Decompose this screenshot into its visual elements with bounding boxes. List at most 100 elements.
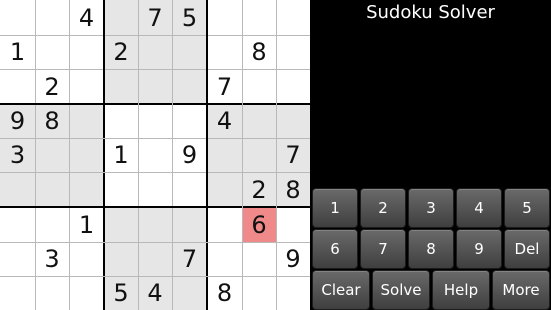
keypad-5-button[interactable]: 5 (504, 188, 550, 228)
board-cell-r3-c8[interactable] (242, 69, 276, 104)
board-cell-r9-c7[interactable]: 8 (207, 276, 242, 310)
board-cell-r8-c2[interactable]: 3 (35, 242, 69, 276)
keypad-6-button[interactable]: 6 (312, 229, 358, 269)
board-cell-r5-c6[interactable]: 9 (172, 138, 207, 172)
board-cell-r1-c4[interactable] (104, 0, 138, 35)
board-cell-r2-c6[interactable] (172, 35, 207, 69)
board-cell-r4-c9[interactable] (276, 104, 310, 138)
board-cell-r9-c6[interactable] (172, 276, 207, 310)
board-cell-r8-c7[interactable] (207, 242, 242, 276)
board-cell-r2-c7[interactable] (207, 35, 242, 69)
board-cell-r7-c4[interactable] (104, 207, 138, 242)
board-cell-r3-c2[interactable]: 2 (35, 69, 69, 104)
board-cell-r2-c1[interactable]: 1 (0, 35, 35, 69)
keypad-9-button[interactable]: 9 (456, 229, 502, 269)
keypad-4-button[interactable]: 4 (456, 188, 502, 228)
board-cell-r8-c5[interactable] (138, 242, 172, 276)
board-cell-r9-c3[interactable] (69, 276, 104, 310)
board-cell-r3-c7[interactable]: 7 (207, 69, 242, 104)
board-cell-r6-c1[interactable] (0, 172, 35, 207)
board-cell-r9-c4[interactable]: 5 (104, 276, 138, 310)
board-cell-r1-c3[interactable]: 4 (69, 0, 104, 35)
board-cell-r5-c2[interactable] (35, 138, 69, 172)
board-cell-r9-c8[interactable] (242, 276, 276, 310)
board-cell-r4-c8[interactable] (242, 104, 276, 138)
board-cell-r7-c3[interactable]: 1 (69, 207, 104, 242)
grid-line-vertical (206, 0, 208, 310)
board-cell-r3-c4[interactable] (104, 69, 138, 104)
board-cell-r7-c6[interactable] (172, 207, 207, 242)
board-cell-r7-c8[interactable]: 6 (242, 207, 276, 242)
board-cell-r5-c1[interactable]: 3 (0, 138, 35, 172)
board-cell-r8-c9[interactable]: 9 (276, 242, 310, 276)
board-cell-r6-c6[interactable] (172, 172, 207, 207)
board-cell-r8-c6[interactable]: 7 (172, 242, 207, 276)
board-cell-r1-c5[interactable]: 7 (138, 0, 172, 35)
keypad-clear-button[interactable]: Clear (312, 270, 370, 310)
board-cell-r2-c4[interactable]: 2 (104, 35, 138, 69)
keypad-help-button[interactable]: Help (432, 270, 490, 310)
grid-line-horizontal (0, 276, 310, 277)
board-cell-r5-c3[interactable] (69, 138, 104, 172)
board-cell-r6-c5[interactable] (138, 172, 172, 207)
board-cell-r1-c9[interactable] (276, 0, 310, 35)
board-cell-r4-c2[interactable]: 8 (35, 104, 69, 138)
board-cell-r1-c1[interactable] (0, 0, 35, 35)
board-cell-r4-c3[interactable] (69, 104, 104, 138)
board-cell-r4-c4[interactable] (104, 104, 138, 138)
board-cell-r3-c3[interactable] (69, 69, 104, 104)
board-cell-r4-c5[interactable] (138, 104, 172, 138)
board-cell-r2-c2[interactable] (35, 35, 69, 69)
board-cell-r2-c9[interactable] (276, 35, 310, 69)
board-cell-r5-c5[interactable] (138, 138, 172, 172)
board-cell-r3-c9[interactable] (276, 69, 310, 104)
board-cell-r6-c7[interactable] (207, 172, 242, 207)
grid-line-vertical (103, 0, 105, 310)
board-cell-r4-c1[interactable]: 9 (0, 104, 35, 138)
sudoku-board[interactable]: 4751282798431972816379548 (0, 0, 310, 310)
board-cell-r8-c1[interactable] (0, 242, 35, 276)
board-cell-r3-c6[interactable] (172, 69, 207, 104)
keypad-del-button[interactable]: Del (504, 229, 550, 269)
board-cell-r9-c9[interactable] (276, 276, 310, 310)
board-cell-r3-c1[interactable] (0, 69, 35, 104)
board-cell-r6-c9[interactable]: 8 (276, 172, 310, 207)
board-cell-r5-c9[interactable]: 7 (276, 138, 310, 172)
keypad-1-button[interactable]: 1 (312, 188, 358, 228)
board-cell-r5-c8[interactable] (242, 138, 276, 172)
board-cell-r5-c4[interactable]: 1 (104, 138, 138, 172)
board-cell-r6-c4[interactable] (104, 172, 138, 207)
board-cell-r9-c2[interactable] (35, 276, 69, 310)
board-cell-r5-c7[interactable] (207, 138, 242, 172)
board-cell-r1-c2[interactable] (35, 0, 69, 35)
board-cell-r9-c1[interactable] (0, 276, 35, 310)
keypad-3-button[interactable]: 3 (408, 188, 454, 228)
board-cell-r4-c6[interactable] (172, 104, 207, 138)
board-cell-r8-c8[interactable] (242, 242, 276, 276)
board-cell-r6-c2[interactable] (35, 172, 69, 207)
board-cell-r4-c7[interactable]: 4 (207, 104, 242, 138)
board-cell-r7-c5[interactable] (138, 207, 172, 242)
board-cell-r2-c8[interactable]: 8 (242, 35, 276, 69)
keypad-more-button[interactable]: More (492, 270, 550, 310)
board-cell-r9-c5[interactable]: 4 (138, 276, 172, 310)
board-cell-r1-c8[interactable] (242, 0, 276, 35)
keypad: 1 2 3 4 5 6 7 8 9 Del Clear Solve Help More (312, 188, 551, 310)
keypad-8-button[interactable]: 8 (408, 229, 454, 269)
board-cell-r3-c5[interactable] (138, 69, 172, 104)
board-cell-r6-c8[interactable]: 2 (242, 172, 276, 207)
keypad-7-button[interactable]: 7 (360, 229, 406, 269)
keypad-2-button[interactable]: 2 (360, 188, 406, 228)
board-cell-r1-c6[interactable]: 5 (172, 0, 207, 35)
board-cell-r7-c2[interactable] (35, 207, 69, 242)
board-cell-r8-c4[interactable] (104, 242, 138, 276)
board-cell-r2-c5[interactable] (138, 35, 172, 69)
board-cell-r1-c7[interactable] (207, 0, 242, 35)
board-cell-r7-c7[interactable] (207, 207, 242, 242)
board-cell-r7-c1[interactable] (0, 207, 35, 242)
board-cell-r7-c9[interactable] (276, 207, 310, 242)
board-cell-r8-c3[interactable] (69, 242, 104, 276)
keypad-solve-button[interactable]: Solve (372, 270, 430, 310)
board-cell-r6-c3[interactable] (69, 172, 104, 207)
board-cell-r2-c3[interactable] (69, 35, 104, 69)
